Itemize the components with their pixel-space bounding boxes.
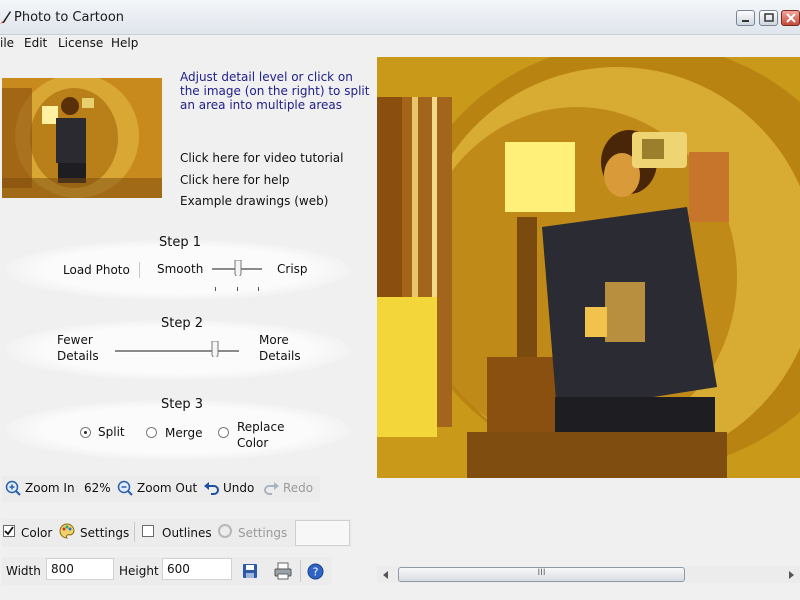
split-radio[interactable] — [80, 427, 91, 438]
instructions-line-1: Adjust detail level or click on — [180, 70, 353, 84]
zoom-out-button[interactable]: Zoom Out — [137, 481, 197, 495]
split-label[interactable]: Split — [98, 424, 125, 440]
outline-settings-button[interactable]: Settings — [238, 526, 287, 540]
maximize-icon — [764, 13, 774, 22]
zoom-in-button[interactable]: Zoom In — [25, 481, 75, 495]
save-icon[interactable] — [242, 563, 258, 579]
scroll-right-icon[interactable] — [786, 570, 796, 580]
video-tutorial-link[interactable]: Click here for video tutorial — [180, 151, 343, 165]
crisp-label: Crisp — [277, 262, 308, 276]
detail-slider-thumb[interactable] — [234, 260, 242, 276]
step2-title: Step 2 — [160, 316, 203, 331]
replace-color-radio[interactable] — [218, 427, 229, 438]
menu-file[interactable]: ile — [0, 36, 14, 50]
outlines-label[interactable]: Outlines — [162, 526, 212, 540]
color-checkbox[interactable] — [3, 525, 15, 537]
close-icon — [786, 13, 796, 23]
details-slider-thumb[interactable] — [211, 341, 219, 357]
divider — [134, 522, 135, 542]
details-slider-track — [115, 350, 239, 353]
minimize-icon — [742, 20, 749, 22]
color-label[interactable]: Color — [21, 526, 52, 540]
help-link[interactable]: Click here for help — [180, 173, 290, 187]
scrollbar-grip: III — [537, 568, 546, 578]
app-icon — [0, 11, 11, 24]
zoom-level: 62% — [84, 481, 111, 495]
height-input[interactable]: 600 — [162, 558, 232, 580]
close-button[interactable] — [781, 10, 800, 26]
instructions-line-2: the image (on the right) to split — [180, 84, 370, 98]
color-settings-button[interactable]: Settings — [80, 526, 129, 540]
palette-icon[interactable] — [59, 523, 75, 539]
fewer-label-line-1: Fewer — [57, 333, 93, 347]
fewer-details-label: Fewer Details — [57, 332, 99, 364]
svg-text:?: ? — [313, 566, 319, 579]
menu-bar: ile Edit License Help — [0, 34, 800, 54]
maximize-button[interactable] — [759, 10, 778, 26]
menu-license[interactable]: License — [58, 36, 103, 50]
scrollbar-thumb[interactable]: III — [398, 567, 685, 582]
outline-settings-icon[interactable] — [217, 523, 233, 539]
slider-tick — [237, 287, 238, 291]
smooth-label: Smooth — [157, 262, 204, 276]
thumbnail-preview[interactable] — [2, 78, 162, 198]
width-input[interactable]: 800 — [46, 558, 114, 580]
more-label-line-2: Details — [259, 349, 301, 363]
cartoon-image-canvas[interactable] — [377, 57, 800, 478]
undo-button[interactable]: Undo — [223, 481, 254, 495]
width-label: Width — [6, 564, 41, 578]
title-bar: Photo to Cartoon — [0, 0, 800, 35]
checkmark-icon — [4, 526, 14, 536]
slider-tick — [215, 287, 216, 291]
more-details-label: More Details — [259, 332, 301, 364]
divider — [300, 560, 301, 582]
zoom-out-icon[interactable] — [117, 480, 133, 496]
redo-icon[interactable] — [263, 481, 279, 495]
step3-title: Step 3 — [160, 397, 203, 412]
minimize-button[interactable] — [736, 10, 755, 26]
replace-label-line-2: Color — [237, 436, 269, 450]
merge-radio[interactable] — [146, 427, 157, 438]
window-title: Photo to Cartoon — [14, 10, 125, 25]
instructions-line-3: an area into multiple areas — [180, 98, 342, 112]
replace-color-label[interactable]: Replace Color — [237, 419, 284, 451]
height-label: Height — [119, 564, 159, 578]
examples-link[interactable]: Example drawings (web) — [180, 194, 328, 208]
more-label-line-1: More — [259, 333, 289, 347]
print-icon[interactable] — [274, 562, 292, 580]
menu-edit[interactable]: Edit — [24, 36, 47, 50]
instructions-text: Adjust detail level or click on the imag… — [180, 70, 369, 112]
redo-button[interactable]: Redo — [283, 481, 313, 495]
load-photo-button[interactable]: Load Photo — [63, 262, 130, 278]
outlines-checkbox[interactable] — [142, 525, 154, 537]
slider-tick — [258, 287, 259, 291]
help-icon[interactable]: ? — [307, 563, 324, 580]
step1-title: Step 1 — [158, 235, 201, 250]
outline-color-swatch[interactable] — [295, 520, 350, 546]
scroll-left-icon[interactable] — [381, 570, 391, 580]
replace-label-line-1: Replace — [237, 420, 285, 434]
divider — [139, 262, 140, 278]
merge-label[interactable]: Merge — [165, 425, 202, 441]
menu-help[interactable]: Help — [111, 36, 138, 50]
undo-icon[interactable] — [204, 481, 220, 495]
zoom-in-icon[interactable] — [5, 480, 21, 496]
fewer-label-line-2: Details — [57, 349, 99, 363]
